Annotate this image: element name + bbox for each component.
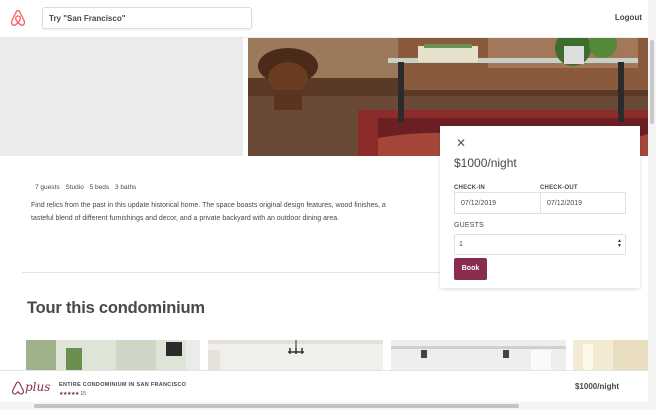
listing-facts: 7 guests Studio 5 beds 3 baths [35,184,140,191]
tour-photo-4[interactable] [573,340,648,371]
sticky-footer: plus ENTIRE CONDOMINIUM IN SAN FRANCISCO… [0,370,648,402]
fact-beds: 5 beds [89,184,110,191]
guests-value: 1 [459,241,463,248]
tour-photo-3[interactable] [391,340,566,371]
top-nav: Try "San Francisco" Logout [0,0,648,38]
plus-logo-text: plus [25,380,51,394]
fact-room-type: Studio [65,184,84,191]
horizontal-scrollbar-thumb[interactable] [34,404,519,408]
hero-image-placeholder [0,38,243,156]
footer-price: $1000/night [574,382,619,391]
logout-link[interactable]: Logout [615,13,642,22]
fact-baths: 3 baths [114,184,137,191]
tour-section-title: Tour this condominium [27,299,205,317]
search-input[interactable]: Try "San Francisco" [42,7,252,29]
airbnb-plus-logo: plus [12,380,52,401]
fact-guests: 7 guests [35,184,60,191]
star-rating-icons: ★★★★★ [59,391,79,397]
airbnb-logo-icon[interactable] [10,9,26,28]
booking-price: $1000/night [454,156,517,170]
checkin-label: CHECK-IN [454,185,485,191]
guests-select[interactable]: 1 ▲ ▼ [454,234,626,255]
close-icon[interactable]: ✕ [456,136,466,150]
checkout-input[interactable]: 07/12/2019 [540,192,626,214]
review-count: 15 [80,391,86,397]
listing-page: Try "San Francisco" Logout 7 guests Stud… [0,0,656,410]
vertical-scrollbar-thumb[interactable] [650,40,654,124]
tour-photo-1[interactable] [26,340,200,371]
booking-card: ✕ $1000/night CHECK-IN CHECK-OUT 07/12/2… [440,126,640,288]
section-divider [22,272,440,273]
footer-listing-title: ENTIRE CONDOMINIUM IN SAN FRANCISCO [59,382,187,388]
checkout-label: CHECK-OUT [540,185,578,191]
checkin-input[interactable]: 07/12/2019 [454,192,541,214]
guests-label: GUESTS [454,222,484,229]
book-button[interactable]: Book [454,258,487,280]
footer-rating: ★★★★★ 15 [59,391,86,397]
tour-photo-2[interactable] [208,340,383,371]
select-arrows-icon: ▲ ▼ [617,238,622,249]
listing-description: Find relics from the past in this update… [31,202,386,222]
